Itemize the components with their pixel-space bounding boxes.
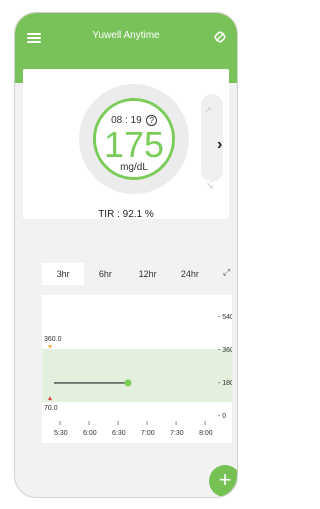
time-in-range: TIR : 92.1 % — [98, 209, 154, 220]
trend-down-arrow-icon: ➘ — [206, 181, 215, 192]
glucose-value: 175 — [103, 124, 165, 165]
target-range-band — [42, 349, 232, 403]
phone-frame: Yuwell Anytime 08 : 19 ? 175 mg/dL ➚ › ➘… — [14, 12, 238, 498]
tab-12hr[interactable]: 12hr — [127, 263, 169, 285]
trend-up-arrow-icon: ➚ — [204, 105, 213, 116]
next-chevron-icon[interactable]: › — [217, 136, 222, 154]
x-tick-label: 7:30 — [170, 430, 184, 437]
time-range-tabs: 3hr 6hr 12hr 24hr — [42, 263, 211, 285]
glucose-card: 08 : 19 ? 175 mg/dL ➚ › ➘ TIR : 92.1 % — [23, 69, 229, 220]
glucose-chart: - 540 - 360 - 180 - 0 360.0 70.0 5:30 6:00 6:30 7… — [42, 295, 234, 443]
tab-6hr[interactable]: 6hr — [84, 263, 126, 285]
tab-3hr[interactable]: 3hr — [42, 263, 85, 285]
sensor-sync-icon[interactable] — [213, 30, 227, 44]
y-tick-label: - 360 — [218, 347, 232, 354]
x-tick-label: 7:00 — [141, 430, 155, 437]
high-threshold-marker — [48, 345, 52, 349]
add-button[interactable]: + — [209, 465, 237, 497]
expand-icon[interactable]: ⤢ — [223, 267, 230, 278]
high-threshold-label: 360.0 — [44, 336, 62, 343]
x-tick-label: 6:30 — [112, 430, 126, 437]
glucose-chart-svg: - 540 - 360 - 180 - 0 360.0 70.0 5:30 6:00 6:30 7… — [42, 314, 234, 437]
app-title: Yuwell Anytime — [92, 30, 160, 41]
y-tick-label: - 180 — [218, 380, 232, 387]
x-tick-label: 8:00 — [199, 430, 213, 437]
y-tick-label: - 540 — [218, 314, 232, 321]
x-tick-label: 6:00 — [83, 430, 97, 437]
x-tick-label: 5:30 — [54, 430, 68, 437]
current-reading-point — [124, 379, 132, 387]
low-threshold-label: 70.0 — [44, 405, 58, 412]
glucose-unit: mg/dL — [120, 162, 148, 173]
y-tick-label: - 0 — [218, 413, 226, 420]
tab-24hr[interactable]: 24hr — [169, 263, 211, 285]
